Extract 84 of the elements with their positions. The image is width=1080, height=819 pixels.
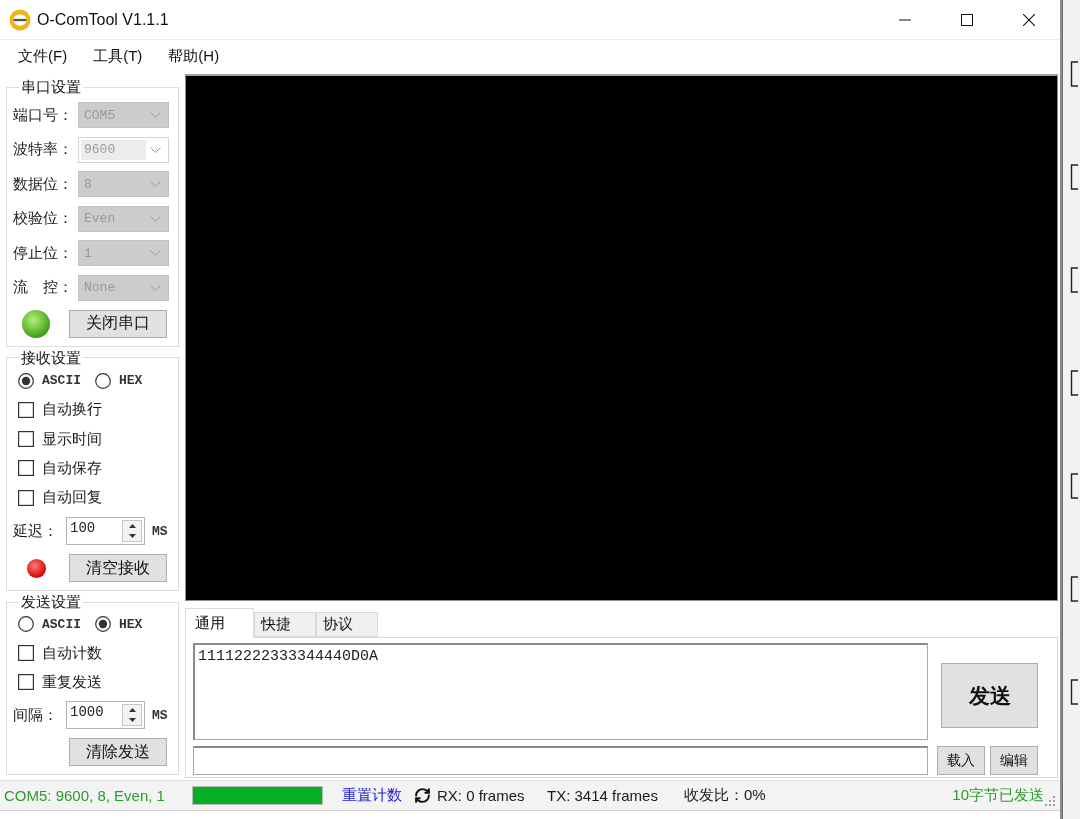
field-label: 延迟： — [13, 521, 59, 541]
port-status-text: COM5: 9600, 8, Even, 1 — [4, 787, 166, 804]
checkbox-label: 自动回复 — [42, 488, 102, 508]
radio-label: ASCII — [42, 616, 81, 632]
tab[interactable]: 通用 — [185, 608, 254, 638]
input-field[interactable] — [193, 746, 928, 775]
unit-label: MS — [152, 523, 168, 539]
spin-down-button[interactable] — [123, 531, 141, 542]
triangle-up-icon — [128, 708, 136, 713]
chevron-down-icon — [150, 112, 161, 118]
field-label: 停止位： — [13, 243, 74, 263]
chevron-down-icon — [150, 215, 161, 222]
chevron-down-icon — [150, 250, 161, 257]
menu-item[interactable]: 帮助(H) — [168, 46, 220, 66]
chevron-down-icon — [150, 284, 161, 291]
field-label: 校验位： — [13, 209, 74, 229]
checkbox-label: 自动换行 — [42, 400, 102, 420]
checkbox-label: 显示时间 — [42, 429, 102, 449]
spin-input[interactable]: 1000 — [69, 704, 122, 727]
radio-button[interactable] — [18, 616, 34, 633]
radio-label: HEX — [119, 616, 143, 632]
field-label: 数据位： — [13, 174, 74, 194]
rx-count-text: RX: 0 frames — [437, 787, 526, 804]
close-port-button[interactable]: 关闭串口 — [69, 309, 167, 338]
bracket-icon — [1070, 164, 1078, 190]
clear-receive-button[interactable]: 清空接收 — [69, 554, 167, 583]
spin-down-button[interactable] — [123, 715, 141, 726]
radio-button[interactable] — [95, 372, 111, 389]
clear-send-button[interactable]: 清除发送 — [69, 738, 167, 767]
checkbox[interactable] — [18, 460, 34, 477]
triangle-up-icon — [128, 524, 136, 529]
tx-count-text: TX: 3414 frames — [547, 787, 659, 804]
reset-count-link[interactable]: 重置计数 — [342, 786, 402, 805]
tab[interactable]: 快捷 — [254, 612, 316, 637]
window-title: O-ComTool V1.1.1 — [37, 10, 169, 29]
checkbox[interactable] — [18, 645, 34, 662]
field-label: 间隔： — [13, 705, 59, 725]
menu-item[interactable]: 工具(T) — [93, 46, 143, 66]
checkbox[interactable] — [18, 674, 34, 691]
spin-up-button[interactable] — [123, 521, 141, 532]
bracket-icon — [1070, 576, 1078, 602]
spin-up-button[interactable] — [123, 705, 141, 716]
field-label: 波特率： — [13, 140, 74, 160]
spin-box[interactable]: 1000 — [66, 701, 145, 730]
resize-grip-icon[interactable] — [1044, 794, 1056, 807]
radio-button[interactable] — [18, 372, 34, 389]
bracket-icon — [1070, 473, 1078, 499]
chevron-down-icon — [150, 181, 161, 188]
checkbox[interactable] — [18, 489, 34, 506]
checkbox-label: 重复发送 — [42, 672, 102, 692]
menu-item[interactable]: 文件(F) — [18, 46, 68, 66]
ratio-text: 收发比：0% — [684, 786, 766, 805]
checkbox[interactable] — [18, 431, 34, 448]
checkbox-label: 自动计数 — [42, 643, 102, 663]
spin-input[interactable]: 100 — [69, 520, 122, 543]
maximize-icon — [961, 13, 973, 26]
sent-bytes-text: 10字节已发送 — [952, 786, 1044, 805]
tab[interactable]: 协议 — [316, 612, 378, 637]
bracket-icon — [1070, 370, 1078, 396]
radio-label: HEX — [119, 373, 143, 389]
chevron-down-icon — [150, 146, 161, 153]
radio-label: ASCII — [42, 373, 81, 389]
checkbox[interactable] — [18, 401, 34, 418]
app-logo-icon — [9, 8, 31, 31]
bracket-icon — [1070, 61, 1078, 87]
triangle-down-icon — [128, 718, 136, 723]
field-label: 流 控： — [13, 278, 74, 298]
triangle-down-icon — [128, 534, 136, 539]
unit-label: MS — [152, 707, 168, 723]
edit-button[interactable]: 编辑 — [990, 746, 1038, 775]
group-title: 串口设置 — [20, 78, 82, 96]
spin-box[interactable]: 100 — [66, 517, 145, 546]
radio-button[interactable] — [95, 616, 111, 633]
refresh-icon[interactable] — [414, 787, 431, 804]
bracket-icon — [1070, 679, 1078, 705]
bracket-icon — [1070, 267, 1078, 293]
checkbox-label: 自动保存 — [42, 458, 102, 478]
field-label: 端口号： — [13, 105, 74, 125]
close-icon — [1023, 13, 1035, 26]
group-title: 发送设置 — [20, 593, 82, 612]
group-title: 接收设置 — [20, 348, 82, 367]
load-button[interactable]: 载入 — [937, 746, 985, 775]
send-button[interactable]: 发送 — [941, 663, 1038, 728]
send-text-area[interactable]: 11112222333344440D0A — [193, 643, 928, 740]
